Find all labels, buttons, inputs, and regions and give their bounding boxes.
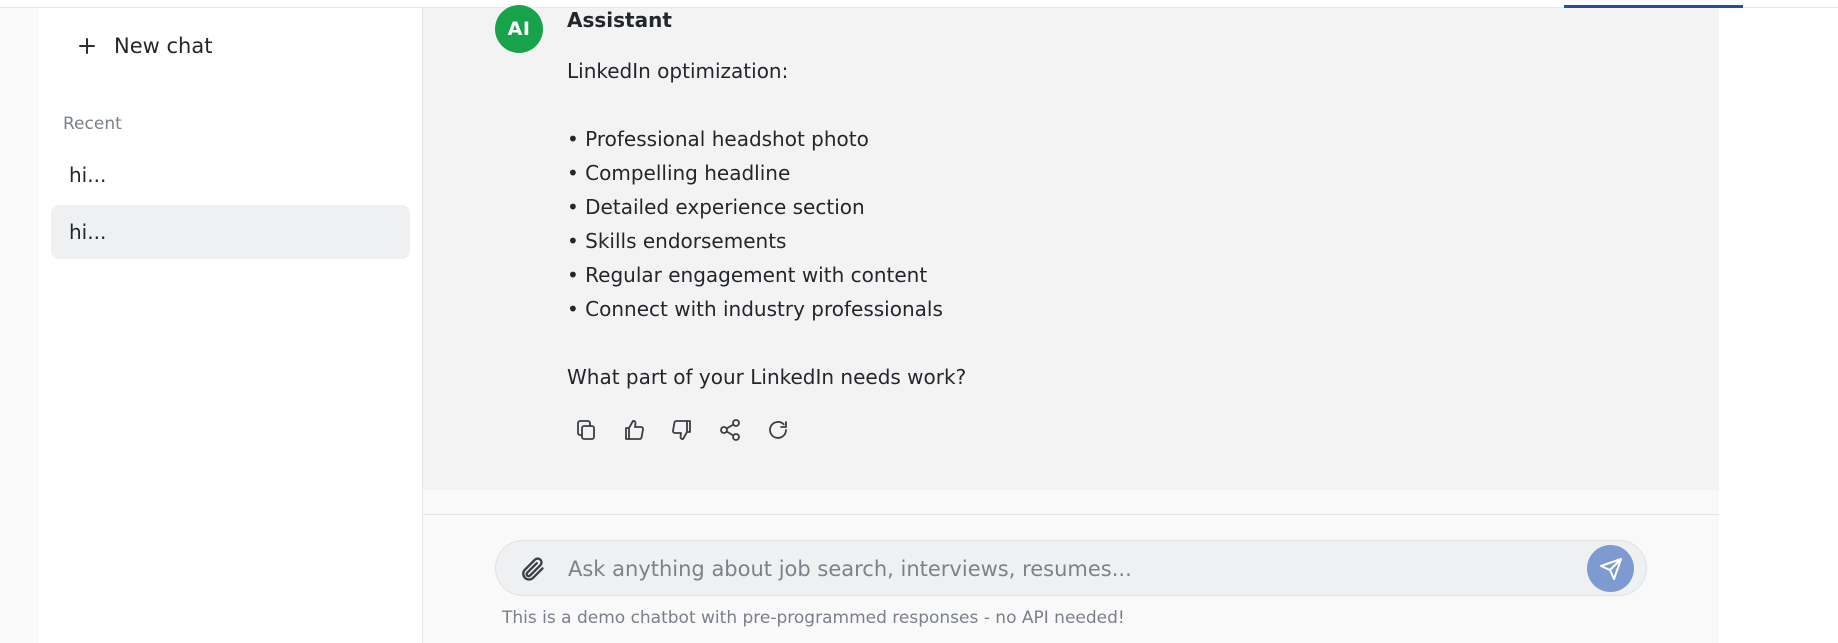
plus-icon [78, 37, 96, 55]
thumbs-up-button[interactable] [621, 417, 647, 443]
attach-button[interactable] [518, 555, 546, 583]
message-bullet: • Detailed experience section [567, 195, 865, 219]
message-bullet: • Skills endorsements [567, 229, 787, 253]
message-author: Assistant [567, 8, 672, 32]
message-bullet: • Connect with industry professionals [567, 297, 943, 321]
history-item[interactable]: hi... [51, 148, 410, 202]
thumbs-down-button[interactable] [669, 417, 695, 443]
thumbs-down-icon [672, 420, 691, 440]
left-gutter [0, 8, 39, 643]
composer-divider [423, 514, 1719, 515]
message-body: LinkedIn optimization: • Professional he… [567, 56, 1467, 396]
new-chat-label: New chat [114, 34, 213, 58]
composer [495, 540, 1647, 596]
copy-button[interactable] [573, 417, 599, 443]
message-bullet: • Compelling headline [567, 161, 791, 185]
copy-icon [577, 420, 595, 440]
regenerate-button[interactable] [765, 417, 791, 443]
message-bullet: • Professional headshot photo [567, 127, 869, 151]
thumbs-up-icon [625, 420, 644, 440]
send-icon [1599, 557, 1622, 580]
share-button[interactable] [717, 417, 743, 443]
new-chat-button[interactable]: New chat [78, 26, 278, 66]
message-actions [573, 417, 791, 443]
assistant-avatar: AI [495, 5, 543, 53]
sidebar: New chat Recent hi... hi... [39, 8, 423, 643]
share-icon [720, 419, 740, 441]
message-input[interactable] [568, 551, 1568, 587]
recent-heading: Recent [63, 114, 122, 134]
message-intro: LinkedIn optimization: [567, 59, 789, 83]
right-margin [1719, 8, 1838, 643]
regenerate-icon [769, 421, 787, 439]
disclaimer-note: This is a demo chatbot with pre-programm… [502, 608, 1125, 628]
history-item-active[interactable]: hi... [51, 205, 410, 259]
paperclip-icon [522, 557, 544, 581]
message-closing: What part of your LinkedIn needs work? [567, 365, 967, 389]
send-button[interactable] [1587, 545, 1634, 592]
message-bullet: • Regular engagement with content [567, 263, 928, 287]
